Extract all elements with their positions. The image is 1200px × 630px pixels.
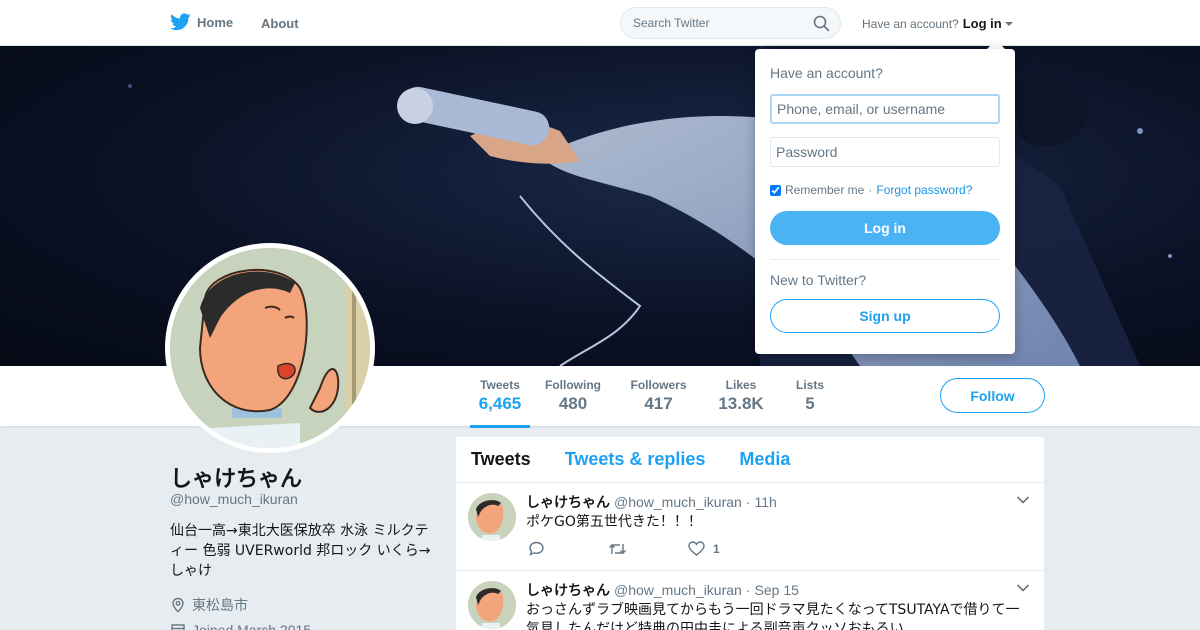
top-navigation: Home About Have an account? Log in [0, 0, 1200, 46]
stat-lists-value: 5 [805, 394, 815, 413]
profile-joined: Joined March 2015 [170, 622, 311, 630]
stat-following[interactable]: Following 480 [545, 378, 601, 414]
tweet-item[interactable]: しゃけちゃん @how_much_ikuran · 11h ポケGO第五世代きた… [456, 483, 1044, 571]
like-count: 1 [713, 541, 720, 556]
stat-following-value: 480 [558, 394, 588, 413]
caret-down-icon [1004, 21, 1013, 26]
signup-button[interactable]: Sign up [770, 299, 1000, 333]
tweet-text: ポケGO第五世代きた！！！ [526, 514, 702, 530]
tweet-header: しゃけちゃん @how_much_ikuran · 11h [526, 492, 777, 512]
remember-separator: · [868, 183, 873, 197]
twitter-bird-icon [170, 13, 191, 31]
reply-action[interactable] [528, 541, 608, 556]
stat-likes-value: 13.8K [718, 394, 764, 413]
calendar-icon [171, 624, 185, 630]
profile-location: 東松島市 [170, 595, 248, 615]
search-box [620, 7, 841, 39]
username-field[interactable] [770, 94, 1000, 124]
tweet-author-name[interactable]: しゃけちゃん [526, 580, 610, 600]
password-field[interactable] [770, 137, 1000, 167]
tweet-separator: · [745, 494, 751, 510]
tweet-actions: 1 [528, 541, 720, 556]
nav-home-label: Home [197, 14, 234, 30]
account-prompt: Have an account? [862, 16, 959, 31]
avatar-image [170, 248, 370, 448]
login-submit-button[interactable]: Log in [770, 211, 1000, 245]
search-input[interactable] [633, 16, 803, 30]
login-dropdown-title: Have an account? [770, 65, 883, 81]
tweet-timestamp[interactable]: 11h [755, 494, 777, 510]
tweet-header: しゃけちゃん @how_much_ikuran · Sep 15 [526, 580, 799, 600]
stat-likes[interactable]: Likes 13.8K [716, 378, 766, 414]
stat-followers-label: Followers [630, 378, 687, 392]
stat-likes-label: Likes [725, 378, 757, 392]
account-area: Have an account? Log in [862, 16, 1013, 31]
location-pin-icon [172, 597, 184, 613]
tweet-timestamp[interactable]: Sep 15 [755, 582, 799, 598]
remember-me-row: Remember me · Forgot password? [770, 183, 1000, 197]
tweet-avatar[interactable] [468, 581, 516, 629]
profile-joined-text: Joined March 2015 [192, 622, 312, 630]
stat-tweets-label: Tweets [480, 378, 520, 392]
stat-lists[interactable]: Lists 5 [795, 378, 825, 414]
like-action[interactable]: 1 [688, 541, 720, 556]
search-icon[interactable] [813, 15, 830, 32]
cartoon-avatar-icon [170, 248, 370, 448]
dropdown-arrow [987, 40, 1005, 49]
tweet-text: おっさんずラブ映画見てからもう一回ドラマ見たくなってTSUTAYAで借りて一気見… [526, 602, 1020, 630]
dropdown-divider [770, 259, 1000, 260]
retweet-icon [609, 543, 626, 554]
remember-me-label[interactable]: Remember me [785, 183, 864, 197]
profile-avatar[interactable] [165, 243, 375, 453]
tweet-author-handle[interactable]: @how_much_ikuran [614, 582, 742, 598]
follow-button[interactable]: Follow [940, 378, 1045, 413]
new-to-twitter-prompt: New to Twitter? [770, 272, 867, 288]
profile-name[interactable]: しゃけちゃん [170, 461, 302, 493]
login-dropdown-toggle[interactable]: Log in [963, 16, 1013, 31]
reply-icon [529, 541, 544, 556]
profile-location-text: 東松島市 [192, 598, 248, 614]
timeline-tabs: Tweets Tweets & replies Media [456, 437, 1044, 483]
stat-followers[interactable]: Followers 417 [630, 378, 687, 414]
forgot-password-link[interactable]: Forgot password? [876, 183, 972, 197]
profile-handle[interactable]: @how_much_ikuran [170, 491, 298, 507]
stat-lists-label: Lists [795, 378, 824, 392]
login-link-label: Log in [962, 16, 1002, 31]
chevron-down-icon[interactable] [1016, 495, 1030, 505]
stat-followers-value: 417 [644, 394, 673, 413]
cartoon-avatar-icon [468, 493, 516, 541]
nav-home-link[interactable]: Home [170, 13, 233, 31]
stat-following-label: Following [545, 378, 601, 392]
retweet-action[interactable] [608, 542, 688, 556]
chevron-down-icon[interactable] [1016, 583, 1030, 593]
cartoon-avatar-icon [468, 581, 516, 629]
tab-tweets[interactable]: Tweets [471, 449, 531, 470]
tweet-separator: · [745, 582, 751, 598]
heart-icon [688, 541, 705, 556]
tweet-author-name[interactable]: しゃけちゃん [526, 492, 610, 512]
tweet-item[interactable]: しゃけちゃん @how_much_ikuran · Sep 15 おっさんずラブ… [456, 571, 1044, 630]
stat-tweets-value: 6,465 [478, 394, 522, 413]
remember-me-checkbox[interactable] [770, 184, 781, 196]
tab-tweets-and-replies[interactable]: Tweets & replies [565, 449, 706, 470]
nav-about-link[interactable]: About [261, 16, 299, 31]
timeline: Tweets Tweets & replies Media しゃけちゃん @ho… [456, 437, 1044, 630]
stat-tweets[interactable]: Tweets 6,465 [470, 378, 530, 428]
tab-media[interactable]: Media [739, 449, 790, 470]
login-dropdown: Have an account? Remember me · Forgot pa… [755, 49, 1015, 354]
tweet-avatar[interactable] [468, 493, 516, 541]
profile-bio: 仙台一高→東北大医保放卒 水泳 ミルクティー 色弱 UVERworld 邦ロック… [170, 523, 431, 579]
tweet-author-handle[interactable]: @how_much_ikuran [614, 494, 742, 510]
